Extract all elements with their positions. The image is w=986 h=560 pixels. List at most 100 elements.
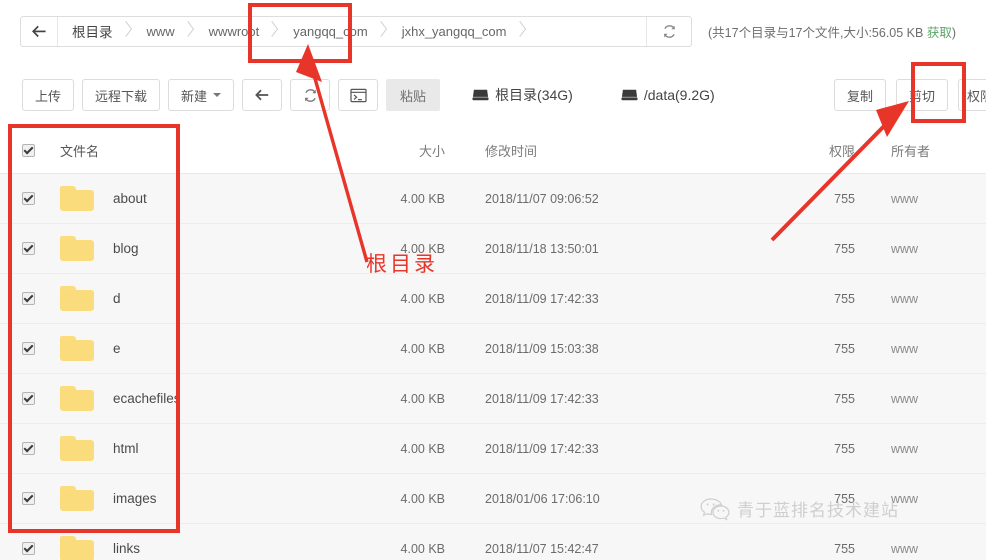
table-row[interactable]: html 4.00 KB 2018/11/09 17:42:33 755 www	[0, 424, 986, 474]
select-all-cell[interactable]	[0, 144, 50, 157]
row-checkbox[interactable]	[22, 342, 35, 355]
file-permission-cell[interactable]: 755	[750, 492, 855, 506]
file-name-cell[interactable]: e	[50, 336, 300, 361]
disk-root[interactable]: 根目录(34G)	[472, 85, 573, 105]
disk-data-label: /data(9.2G)	[643, 87, 715, 103]
row-checkbox[interactable]	[22, 542, 35, 555]
row-checkbox[interactable]	[22, 442, 35, 455]
file-time-cell: 2018/11/09 17:42:33	[485, 441, 599, 456]
row-checkbox-cell[interactable]	[0, 342, 50, 355]
file-name-cell[interactable]: links	[50, 536, 300, 560]
permission-button[interactable]: 权限	[958, 79, 986, 111]
file-permission-cell[interactable]: 755	[750, 292, 855, 306]
breadcrumb-item-wwwroot[interactable]: wwwroot	[195, 17, 280, 46]
table-row[interactable]: links 4.00 KB 2018/11/07 15:42:47 755 www	[0, 524, 986, 560]
file-name-cell[interactable]: d	[50, 286, 300, 311]
file-time-cell: 2018/11/09 15:03:38	[485, 341, 599, 356]
file-time-cell: 2018/11/09 17:42:33	[485, 391, 599, 406]
header-size[interactable]: 大小	[300, 141, 445, 160]
file-permission-cell[interactable]: 755	[750, 242, 855, 256]
breadcrumb-bar: 根目录 www wwwroot yangqq_com jxhx_yangqq_c…	[0, 0, 986, 63]
table-row[interactable]: blog 4.00 KB 2018/11/18 13:50:01 755 www	[0, 224, 986, 274]
disk-root-label: 根目录(34G)	[495, 87, 573, 103]
file-size-cell: 4.00 KB	[400, 191, 445, 206]
row-checkbox[interactable]	[22, 192, 35, 205]
refresh-icon[interactable]	[646, 16, 691, 46]
folder-icon	[60, 286, 94, 311]
row-checkbox-cell[interactable]	[0, 292, 50, 305]
file-name-cell[interactable]: ecachefiles	[50, 386, 300, 411]
file-owner-cell[interactable]: www	[855, 442, 975, 456]
file-name-label: html	[113, 441, 139, 456]
row-checkbox[interactable]	[22, 392, 35, 405]
row-checkbox-cell[interactable]	[0, 442, 50, 455]
file-name-cell[interactable]: blog	[50, 236, 300, 261]
refresh-button[interactable]	[290, 79, 331, 111]
row-checkbox-cell[interactable]	[0, 192, 50, 205]
file-owner-cell[interactable]: www	[855, 342, 975, 356]
disk-data[interactable]: /data(9.2G)	[621, 87, 715, 103]
file-permission-cell[interactable]: 755	[750, 442, 855, 456]
file-owner-cell[interactable]: www	[855, 492, 975, 506]
row-checkbox[interactable]	[22, 292, 35, 305]
file-owner-cell[interactable]: www	[855, 292, 975, 306]
file-size-cell: 4.00 KB	[400, 541, 445, 556]
row-checkbox-cell[interactable]	[0, 492, 50, 505]
chevron-down-icon	[213, 93, 222, 97]
file-owner-cell[interactable]: www	[855, 192, 975, 206]
breadcrumb-item-root[interactable]: 根目录	[58, 17, 133, 46]
table-row[interactable]: d 4.00 KB 2018/11/09 17:42:33 755 www	[0, 274, 986, 324]
file-name-cell[interactable]: about	[50, 186, 300, 211]
row-checkbox-cell[interactable]	[0, 242, 50, 255]
row-checkbox[interactable]	[22, 492, 35, 505]
fetch-size-link[interactable]: 获取	[927, 26, 952, 40]
cut-button[interactable]: 剪切	[895, 79, 948, 111]
file-name-label: blog	[113, 241, 139, 256]
row-checkbox[interactable]	[22, 242, 35, 255]
new-button[interactable]: 新建	[168, 79, 235, 111]
toolbar: 上传 远程下载 新建 粘贴 根目录(34G) /data(9.2G) 复制 剪切…	[0, 62, 986, 129]
folder-icon	[60, 386, 94, 411]
back-button[interactable]	[242, 79, 283, 111]
header-modified-time[interactable]: 修改时间	[445, 141, 750, 160]
breadcrumb-item-yangqq-com[interactable]: yangqq_com	[279, 17, 387, 46]
row-checkbox-cell[interactable]	[0, 392, 50, 405]
hard-drive-icon	[621, 88, 638, 102]
hard-drive-icon	[472, 88, 489, 102]
file-name-label: links	[113, 541, 141, 556]
table-row[interactable]: about 4.00 KB 2018/11/07 09:06:52 755 www	[0, 174, 986, 224]
copy-button[interactable]: 复制	[833, 79, 886, 111]
table-row[interactable]: e 4.00 KB 2018/11/09 15:03:38 755 www	[0, 324, 986, 374]
toolbar-right-group: 复制 剪切 权限	[833, 79, 986, 111]
arrow-left-icon[interactable]	[21, 16, 58, 46]
table-row[interactable]: ecachefiles 4.00 KB 2018/11/09 17:42:33 755…	[0, 374, 986, 424]
file-owner-cell[interactable]: www	[855, 542, 975, 556]
file-name-cell[interactable]: images	[50, 486, 300, 511]
breadcrumb: 根目录 www wwwroot yangqq_com jxhx_yangqq_c…	[20, 15, 692, 47]
directory-summary: (共17个目录与17个文件,大小:56.05 KB 获取)	[708, 22, 956, 41]
file-name-cell[interactable]: html	[50, 436, 300, 461]
table-row[interactable]: images 4.00 KB 2018/01/06 17:06:10 755 www	[0, 474, 986, 524]
file-permission-cell[interactable]: 755	[750, 192, 855, 206]
file-time-cell: 2018/11/07 09:06:52	[485, 191, 599, 206]
file-permission-cell[interactable]: 755	[750, 542, 855, 556]
terminal-button[interactable]	[338, 79, 379, 111]
header-permission[interactable]: 权限	[750, 141, 855, 160]
breadcrumb-item-jxhx-yangqq-com[interactable]: jxhx_yangqq_com	[388, 17, 527, 46]
row-checkbox-cell[interactable]	[0, 542, 50, 555]
header-filename[interactable]: 文件名	[50, 141, 300, 160]
file-owner-cell[interactable]: www	[855, 242, 975, 256]
file-permission-cell[interactable]: 755	[750, 342, 855, 356]
file-permission-cell[interactable]: 755	[750, 392, 855, 406]
header-owner[interactable]: 所有者	[855, 141, 975, 160]
upload-button[interactable]: 上传	[22, 79, 75, 111]
file-name-label: about	[113, 191, 147, 206]
select-all-checkbox[interactable]	[22, 144, 35, 157]
remote-download-button[interactable]: 远程下载	[82, 79, 161, 111]
table-header-row: 文件名 大小 修改时间 权限 所有者	[0, 128, 986, 174]
paste-button[interactable]: 粘贴	[386, 79, 441, 111]
file-size-cell: 4.00 KB	[400, 391, 445, 406]
file-owner-cell[interactable]: www	[855, 392, 975, 406]
breadcrumb-item-www[interactable]: www	[133, 17, 195, 46]
file-time-cell: 2018/11/18 13:50:01	[485, 241, 599, 256]
